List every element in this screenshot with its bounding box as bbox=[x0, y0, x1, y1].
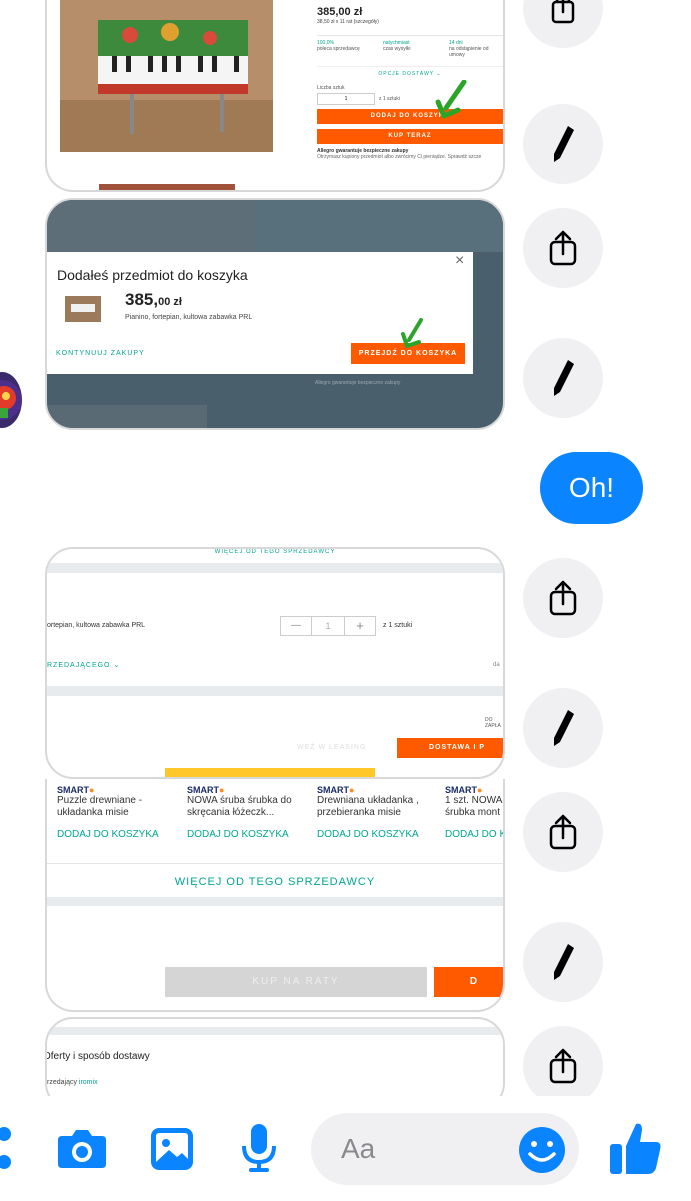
price: 385,00 zł bbox=[317, 6, 363, 18]
shared-screenshot-seller-items[interactable]: SMART● Puzzle drewniane - układanka misi… bbox=[45, 779, 505, 1012]
stat-3: 14 dni na odstąpienie od umowy bbox=[449, 40, 489, 58]
edit-button[interactable] bbox=[523, 688, 603, 768]
buy-now-button[interactable]: KUP TERAZ bbox=[317, 129, 503, 144]
green-arrow-icon bbox=[435, 80, 467, 119]
delivery-heading: Oferty i sposób dostawy bbox=[45, 1051, 150, 1062]
share-button[interactable] bbox=[523, 0, 603, 48]
quantity-stepper[interactable]: 1 bbox=[317, 93, 375, 105]
share-icon bbox=[549, 1048, 577, 1084]
product-card-3[interactable]: SMART● Drewniana układanka , przebierank… bbox=[317, 785, 437, 840]
modal-item-thumbnail bbox=[65, 296, 101, 322]
share-icon bbox=[549, 230, 577, 266]
composer-bar: Aa bbox=[0, 1096, 691, 1201]
add-to-cart-button[interactable]: DODAJ DO KOSZYKA bbox=[317, 109, 503, 124]
quantity-of: z 1 sztuki bbox=[379, 96, 400, 102]
share-icon bbox=[549, 580, 577, 616]
share-button[interactable] bbox=[523, 792, 603, 872]
modal-price: 385,00 zł bbox=[125, 290, 182, 309]
stat-1: 100,0% poleca sprzedawcę bbox=[317, 40, 360, 52]
thumbnail-strip[interactable] bbox=[99, 184, 235, 190]
delivery-options-link[interactable]: OPCJE DOSTAWY ⌄ bbox=[317, 66, 503, 77]
quantity-plus-button[interactable]: + bbox=[344, 616, 376, 636]
emoji-icon[interactable] bbox=[518, 1126, 566, 1174]
pencil-icon bbox=[554, 710, 574, 746]
product-card-2[interactable]: SMART● NOWA śruba śrubka do skręcania łó… bbox=[187, 785, 307, 840]
contact-avatar[interactable] bbox=[0, 372, 22, 428]
share-icon bbox=[551, 0, 575, 24]
quantity-minus-button[interactable]: — bbox=[280, 616, 312, 636]
message-placeholder: Aa bbox=[341, 1133, 376, 1164]
gallery-icon[interactable] bbox=[149, 1126, 195, 1172]
leasing-button[interactable]: WEŹ W LEASING bbox=[297, 744, 366, 751]
stat-2: natychmiast czas wysyłki bbox=[383, 40, 411, 52]
yellow-bar bbox=[165, 768, 375, 777]
shared-screenshot-cart-modal[interactable]: Allegro gwarantuje bezpieczne zakupy Dod… bbox=[45, 198, 505, 430]
shared-screenshot-product-page[interactable]: 385,00 zł 38,50 zł x 11 rat (szczegóły) … bbox=[45, 0, 505, 192]
modal-item-name: Pianino, fortepian, kultowa zabawka PRL bbox=[125, 314, 253, 321]
item-name: ortepian, kultowa zabawka PRL bbox=[47, 622, 146, 629]
more-actions-icon[interactable] bbox=[0, 1126, 16, 1172]
quantity-value[interactable]: 1 bbox=[311, 616, 345, 636]
seller-dropdown[interactable]: RZEDAJĄCEGO ⌄ bbox=[47, 661, 120, 669]
shared-screenshot-quantity[interactable]: WIĘCEJ OD TEGO SPRZEDAWCY ortepian, kult… bbox=[45, 547, 505, 779]
installments[interactable]: 38,50 zł x 11 rat (szczegóły) bbox=[317, 19, 503, 25]
share-icon bbox=[549, 814, 577, 850]
guarantee-text: Otrzymasz kupiony przedmiot albo zwrócim… bbox=[317, 154, 482, 160]
green-arrow-icon bbox=[401, 318, 423, 348]
delivery-cut-text: DO ZAPŁA bbox=[485, 717, 501, 729]
share-button[interactable] bbox=[523, 1026, 603, 1106]
more-from-seller-link[interactable]: WIĘCEJ OD TEGO SPRZEDAWCY bbox=[47, 876, 503, 888]
product-card-1[interactable]: SMART● Puzzle drewniane - układanka misi… bbox=[57, 785, 177, 840]
delivery-button[interactable]: DOSTAWA I P bbox=[397, 738, 503, 758]
share-button[interactable] bbox=[523, 208, 603, 288]
orange-cut-button[interactable]: D bbox=[434, 967, 503, 997]
seller-line: rzedający iromix bbox=[47, 1079, 98, 1086]
added-to-cart-modal: Dodałeś przedmiot do koszyka × 385,00 zł… bbox=[47, 252, 473, 374]
edit-button[interactable] bbox=[523, 922, 603, 1002]
right-cut-text: da bbox=[493, 662, 500, 668]
buy-installments-button[interactable]: KUP NA RATY bbox=[165, 967, 427, 997]
bg-guarantee: Allegro gwarantuje bezpieczne zakupy bbox=[315, 380, 401, 386]
thumbs-up-icon[interactable] bbox=[608, 1120, 662, 1176]
edit-button[interactable] bbox=[523, 104, 603, 184]
quantity-of: z 1 sztuki bbox=[383, 622, 413, 629]
close-icon[interactable]: × bbox=[455, 252, 464, 270]
product-card-4[interactable]: SMART● 1 szt. NOWA śrubka mont DODAJ DO … bbox=[445, 785, 503, 840]
piano-photo bbox=[60, 0, 273, 152]
pencil-icon bbox=[554, 360, 574, 396]
pencil-icon bbox=[554, 944, 574, 980]
modal-title: Dodałeś przedmiot do koszyka bbox=[57, 267, 248, 283]
more-from-seller-header: WIĘCEJ OD TEGO SPRZEDAWCY bbox=[214, 549, 336, 555]
sent-message-bubble[interactable]: Oh! bbox=[540, 452, 643, 524]
pencil-icon bbox=[554, 126, 574, 162]
edit-button[interactable] bbox=[523, 338, 603, 418]
quantity-label: Liczba sztuk bbox=[317, 85, 345, 91]
microphone-icon[interactable] bbox=[240, 1122, 278, 1174]
share-button[interactable] bbox=[523, 558, 603, 638]
camera-icon[interactable] bbox=[56, 1126, 108, 1170]
continue-shopping-link[interactable]: KONTYNUUJ ZAKUPY bbox=[56, 350, 145, 357]
